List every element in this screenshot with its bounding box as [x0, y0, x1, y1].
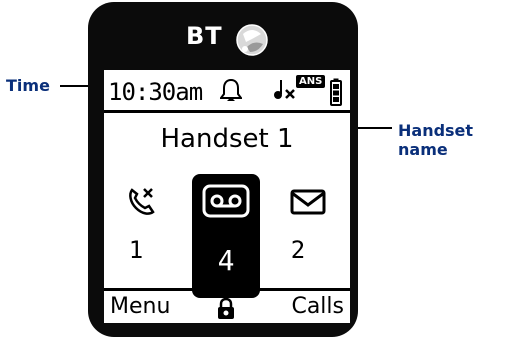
- ringer-off-icon: [274, 80, 295, 99]
- calls-softkey[interactable]: Calls: [291, 294, 344, 319]
- status-bar: 10:30am ANS: [104, 70, 350, 114]
- ans-badge: ANS: [296, 75, 326, 88]
- handset-name: Handset 1: [160, 124, 294, 154]
- clock-time: 10:30am: [108, 78, 203, 106]
- missed-call-icon: [129, 188, 155, 215]
- status-divider: [104, 110, 350, 113]
- lock-icon[interactable]: [216, 298, 236, 320]
- callout-handset-name-label: Handset name: [398, 121, 474, 159]
- voicemail-icon: [202, 184, 250, 218]
- brand-bar: BT: [88, 16, 358, 62]
- message-icon: [290, 189, 326, 215]
- battery-icon: [330, 78, 342, 106]
- bt-logo-text: BT: [186, 22, 223, 50]
- menu-softkey[interactable]: Menu: [110, 294, 170, 319]
- voicemail-tile[interactable]: 4: [192, 174, 260, 298]
- missed-calls-tile[interactable]: [112, 176, 182, 234]
- bt-globe-icon: [236, 24, 268, 56]
- softkey-divider: [104, 288, 350, 291]
- messages-tile[interactable]: [274, 176, 344, 234]
- bell-icon: [220, 78, 242, 101]
- missed-calls-count: 1: [128, 236, 144, 264]
- handset-screen: 10:30am ANS Handset 1 4 1 2 Menu Calls: [104, 70, 350, 323]
- callout-time-label: Time: [6, 76, 50, 95]
- voicemail-count: 4: [217, 244, 235, 277]
- messages-count: 2: [290, 236, 306, 264]
